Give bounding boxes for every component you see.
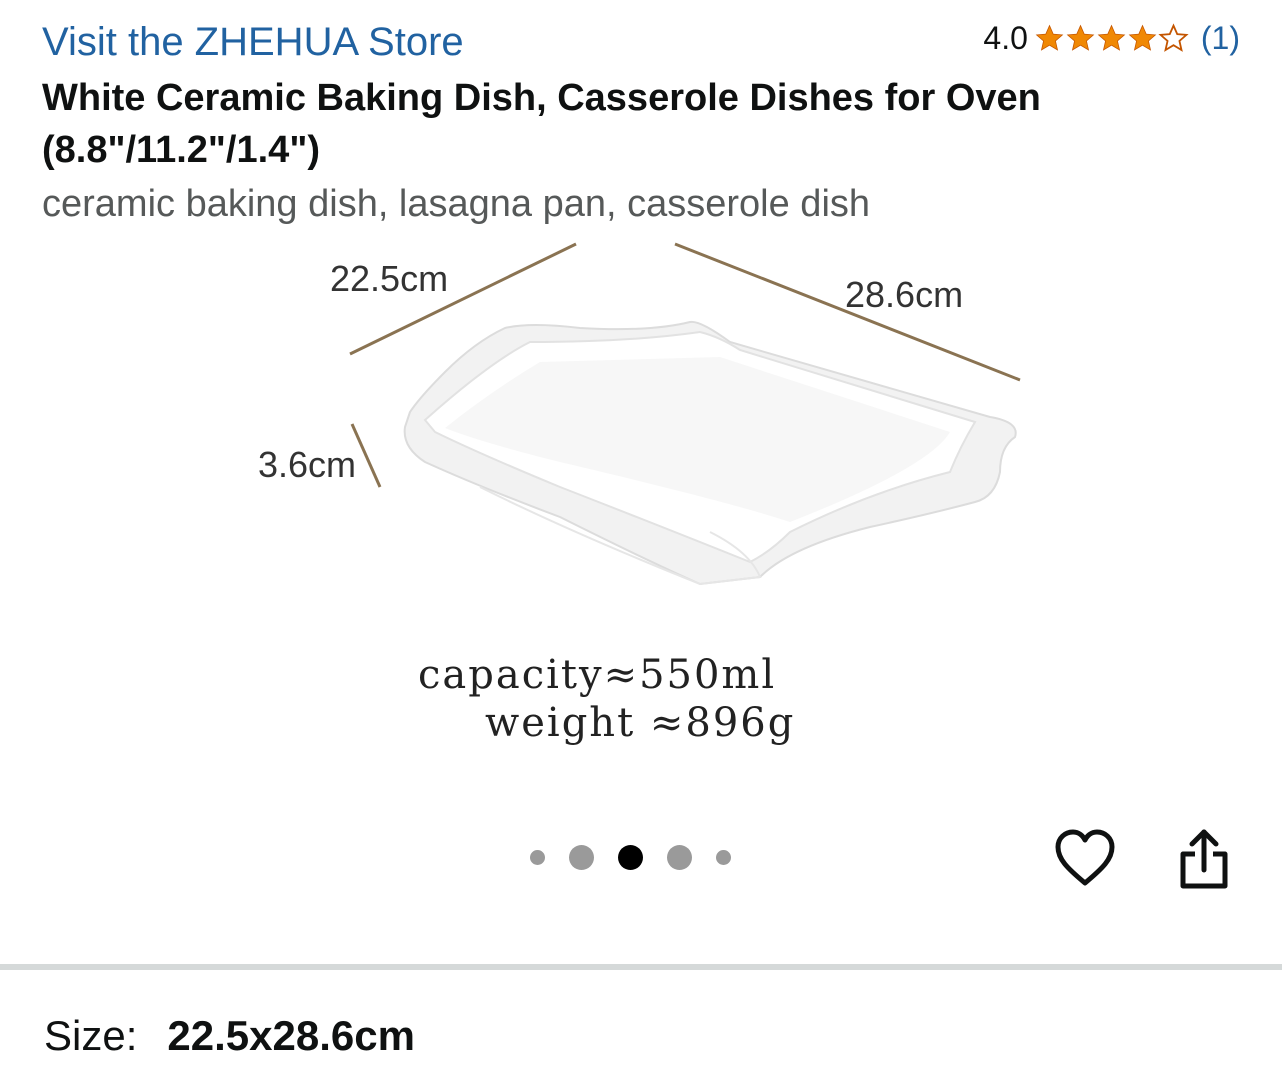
- star-full-icon: [1128, 24, 1157, 51]
- product-page: Visit the ZHEHUA Store 4.0 (1) White Cer…: [0, 0, 1282, 1089]
- star-full-icon: [1097, 24, 1126, 51]
- star-full-icon: [1066, 24, 1095, 51]
- share-button[interactable]: [1172, 824, 1236, 894]
- dimension-width-label: 22.5cm: [330, 258, 449, 299]
- rating-value: 4.0: [983, 19, 1028, 56]
- rating-count-link[interactable]: (1): [1201, 20, 1240, 57]
- carousel-dot[interactable]: [667, 845, 692, 870]
- star-empty-icon: [1158, 22, 1189, 52]
- capacity-text: capacity≈550ml: [418, 652, 777, 698]
- weight-text: weight ≈896g: [485, 700, 796, 746]
- product-title: White Ceramic Baking Dish, Casserole Dis…: [42, 77, 1041, 171]
- carousel-dot[interactable]: [530, 850, 545, 865]
- dimension-length-label: 28.6cm: [845, 274, 964, 315]
- carousel-dot[interactable]: [569, 845, 594, 870]
- image-carousel-indicator[interactable]: [530, 845, 731, 870]
- section-divider: [0, 964, 1282, 970]
- wishlist-button[interactable]: [1050, 825, 1120, 891]
- star-rating: [1034, 22, 1189, 54]
- heart-icon: [1055, 829, 1115, 886]
- carousel-dot[interactable]: [716, 850, 731, 865]
- size-value: 22.5x28.6cm: [167, 1012, 415, 1059]
- product-subtitle: ceramic baking dish, lasagna pan, casser…: [42, 183, 871, 225]
- size-selector[interactable]: Size: 22.5x28.6cm: [44, 1012, 415, 1060]
- share-icon: [1180, 829, 1228, 889]
- rating-summary[interactable]: 4.0 (1): [983, 18, 1240, 58]
- size-label: Size:: [44, 1012, 138, 1059]
- store-link[interactable]: Visit the ZHEHUA Store: [42, 18, 464, 66]
- product-image[interactable]: 22.5cm 28.6cm 3.6cm capacity≈550ml weigh…: [230, 232, 1050, 792]
- carousel-dot-active[interactable]: [618, 845, 643, 870]
- star-full-icon: [1035, 24, 1064, 51]
- dimension-height-label: 3.6cm: [258, 444, 357, 485]
